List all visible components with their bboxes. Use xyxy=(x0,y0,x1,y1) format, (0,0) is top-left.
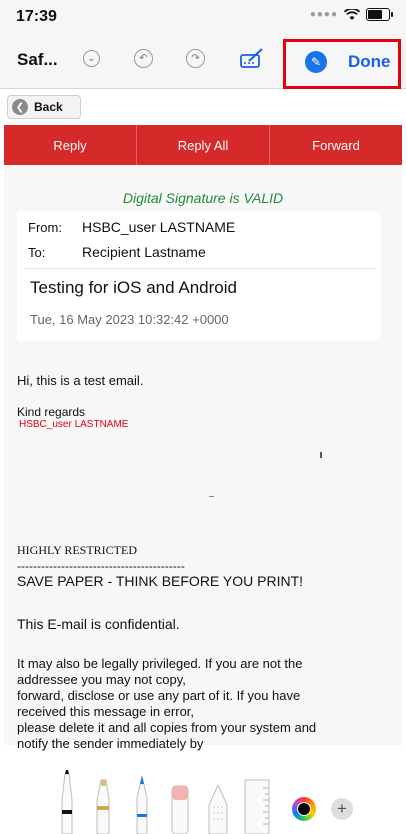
back-label: Back xyxy=(34,100,63,114)
forward-button[interactable]: Forward xyxy=(270,125,402,165)
sender-signature: HSBC_user LASTNAME xyxy=(19,419,129,430)
markup-pen-icon[interactable]: ✎ xyxy=(305,51,327,73)
chevron-down-icon[interactable]: ⌄ xyxy=(83,50,100,67)
chevron-left-icon: ❮ xyxy=(12,99,28,115)
eraser-tool-icon[interactable] xyxy=(168,784,192,834)
to-label: To: xyxy=(28,245,46,260)
to-value[interactable]: Recipient Lastname xyxy=(82,244,206,260)
header-divider xyxy=(25,268,375,269)
from-row: From: HSBC_user LASTNAME xyxy=(28,219,235,235)
done-button[interactable]: Done xyxy=(348,52,391,72)
email-greeting: Hi, this is a test email. xyxy=(17,373,144,388)
to-row: To: Recipient Lastname xyxy=(28,244,206,260)
reply-button[interactable]: Reply xyxy=(4,125,137,165)
email-date: Tue, 16 May 2023 10:32:42 +0000 xyxy=(30,312,229,327)
signal-icon: ●●●● xyxy=(309,9,338,20)
image-artifact xyxy=(320,452,322,458)
color-picker-icon[interactable] xyxy=(292,797,316,821)
email-subject: Testing for iOS and Android xyxy=(30,278,237,297)
compose-markup-icon[interactable] xyxy=(240,47,266,69)
status-icons: ●●●● xyxy=(309,8,393,21)
back-button[interactable]: ❮ Back xyxy=(7,95,81,119)
battery-icon xyxy=(366,8,393,21)
marker-tool-icon[interactable] xyxy=(92,778,114,834)
ruler-tool-icon[interactable] xyxy=(243,778,271,834)
email-closing: Kind regards xyxy=(17,405,86,419)
from-label: From: xyxy=(28,220,62,235)
pen-tool-icon[interactable] xyxy=(56,770,78,834)
lasso-tool-icon[interactable] xyxy=(205,785,231,834)
app-title[interactable]: Saf... xyxy=(17,50,58,70)
legal-disclaimer: It may also be legally privileged. If yo… xyxy=(17,656,317,751)
wifi-icon xyxy=(344,8,360,20)
confidential-notice: This E-mail is confidential. xyxy=(17,616,180,632)
separator-line: ----------------------------------------… xyxy=(17,559,185,573)
add-tool-button[interactable]: + xyxy=(331,798,353,820)
from-value[interactable]: HSBC_user LASTNAME xyxy=(82,219,235,235)
classification-label: HIGHLY RESTRICTED xyxy=(17,543,138,557)
redo-icon[interactable]: ↷ xyxy=(186,49,205,68)
image-artifact xyxy=(209,496,214,497)
status-time: 17:39 xyxy=(16,8,57,25)
undo-icon[interactable]: ↶ xyxy=(134,49,153,68)
pencil-tool-icon[interactable] xyxy=(131,776,153,834)
email-action-bar: Reply Reply All Forward xyxy=(4,125,402,165)
signature-status: Digital Signature is VALID xyxy=(122,190,284,206)
reply-all-button[interactable]: Reply All xyxy=(137,125,270,165)
save-paper-notice: SAVE PAPER - THINK BEFORE YOU PRINT! xyxy=(17,573,304,589)
